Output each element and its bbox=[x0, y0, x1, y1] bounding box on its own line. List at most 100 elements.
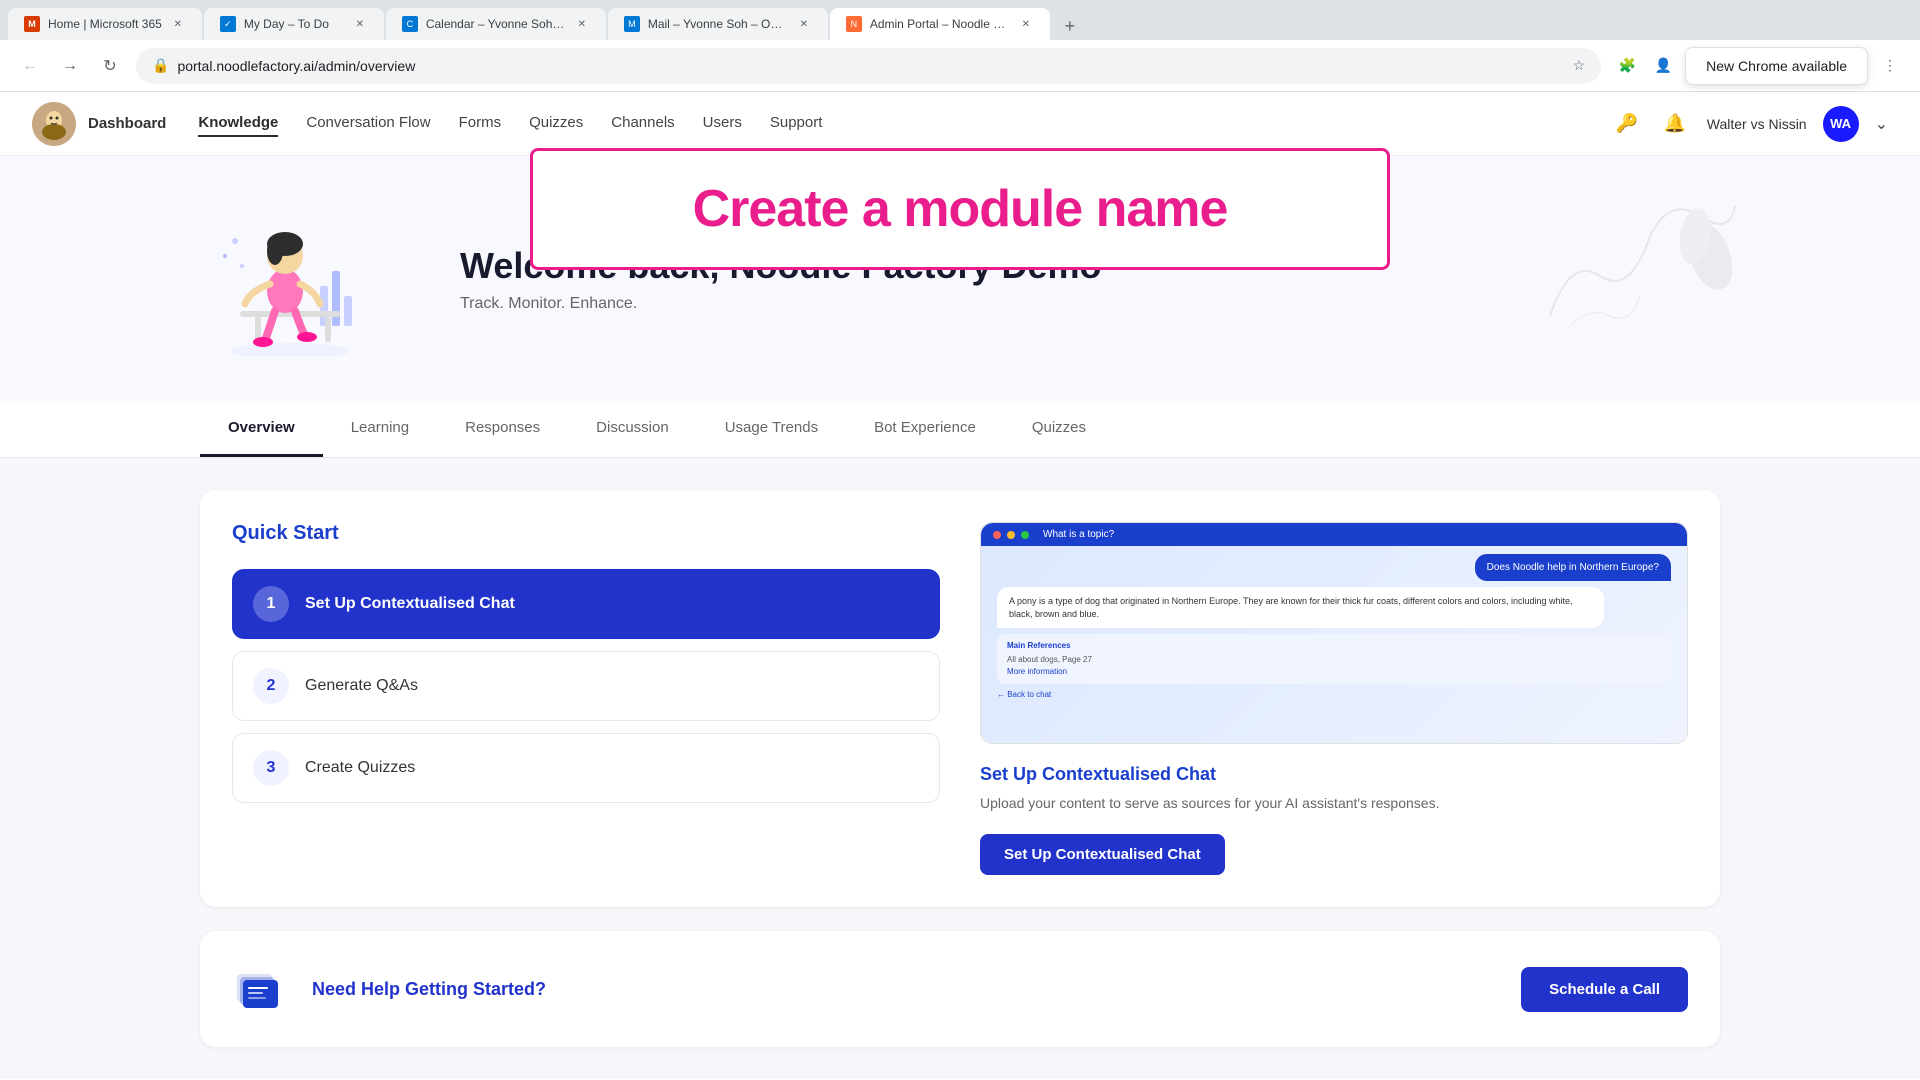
qs-label-2: Generate Q&As bbox=[305, 677, 418, 695]
qs-label-1: Set Up Contextualised Chat bbox=[305, 595, 515, 613]
chat-preview-inner: What is a topic? Does Noodle help in Nor… bbox=[981, 523, 1687, 743]
hero-subtitle: Track. Monitor. Enhance. bbox=[460, 295, 1102, 313]
tab-favicon-5: N bbox=[846, 16, 862, 32]
nav-links: Knowledge Conversation Flow Forms Quizze… bbox=[198, 110, 1610, 137]
reload-button[interactable]: ↻ bbox=[96, 52, 124, 80]
dashboard-label[interactable]: Dashboard bbox=[88, 115, 166, 132]
tab-close-2[interactable]: ✕ bbox=[352, 16, 368, 32]
tab-bot-experience[interactable]: Bot Experience bbox=[846, 401, 1004, 457]
tabs-container: Overview Learning Responses Discussion U… bbox=[0, 401, 1920, 458]
tab-usage-trends[interactable]: Usage Trends bbox=[697, 401, 846, 457]
back-to-chat[interactable]: ← Back to chat bbox=[997, 690, 1671, 699]
tab-close-1[interactable]: ✕ bbox=[170, 16, 186, 32]
nav-link-quizzes[interactable]: Quizzes bbox=[529, 110, 583, 137]
setup-chat-button[interactable]: Set Up Contextualised Chat bbox=[980, 834, 1225, 875]
extensions-button[interactable]: 🧩 bbox=[1613, 52, 1641, 80]
address-bar[interactable]: 🔒 portal.noodlefactory.ai/admin/overview… bbox=[136, 48, 1601, 84]
forward-button[interactable]: → bbox=[56, 52, 84, 80]
tab-responses[interactable]: Responses bbox=[437, 401, 568, 457]
logo-svg bbox=[32, 102, 76, 146]
qs-num-3: 3 bbox=[253, 750, 289, 786]
tab-close-5[interactable]: ✕ bbox=[1018, 16, 1034, 32]
qs-num-2: 2 bbox=[253, 668, 289, 704]
tab-title-1: Home | Microsoft 365 bbox=[48, 17, 162, 31]
tab-close-3[interactable]: ✕ bbox=[574, 16, 590, 32]
module-name-overlay: Create a module name bbox=[530, 148, 1390, 270]
browser-tab-3[interactable]: C Calendar – Yvonne Soh – Out… ✕ bbox=[386, 8, 606, 40]
schedule-call-button[interactable]: Schedule a Call bbox=[1521, 967, 1688, 1012]
hero-deco bbox=[1540, 176, 1740, 341]
new-chrome-banner[interactable]: New Chrome available bbox=[1685, 47, 1868, 85]
chrome-actions: 🧩 👤 New Chrome available ⋮ bbox=[1613, 47, 1904, 85]
address-bar-row: ← → ↻ 🔒 portal.noodlefactory.ai/admin/ov… bbox=[0, 40, 1920, 92]
bell-icon[interactable]: 🔔 bbox=[1659, 108, 1691, 140]
qs-item-1[interactable]: 1 Set Up Contextualised Chat bbox=[232, 569, 940, 639]
qs-item-2[interactable]: 2 Generate Q&As bbox=[232, 651, 940, 721]
quick-start-card: Quick Start 1 Set Up Contextualised Chat… bbox=[200, 490, 1720, 907]
address-text[interactable]: portal.noodlefactory.ai/admin/overview bbox=[177, 58, 1564, 74]
app-nav: Dashboard Knowledge Conversation Flow Fo… bbox=[0, 92, 1920, 156]
quick-start-right: What is a topic? Does Noodle help in Nor… bbox=[980, 522, 1688, 875]
user-avatar[interactable]: WA bbox=[1823, 106, 1859, 142]
browser-tab-1[interactable]: M Home | Microsoft 365 ✕ bbox=[8, 8, 202, 40]
address-icons: ☆ bbox=[1573, 57, 1586, 74]
chat-header-title: What is a topic? bbox=[1043, 529, 1114, 540]
chat-header-close bbox=[993, 531, 1001, 539]
tabs: Overview Learning Responses Discussion U… bbox=[200, 401, 1720, 457]
chat-bubble-bot: A pony is a type of dog that originated … bbox=[997, 587, 1604, 628]
browser-chrome: M Home | Microsoft 365 ✕ ✓ My Day – To D… bbox=[0, 0, 1920, 92]
quick-start-title: Quick Start bbox=[232, 522, 940, 545]
qs-description: Set Up Contextualised Chat Upload your c… bbox=[980, 764, 1688, 814]
quick-start-items: 1 Set Up Contextualised Chat 2 Generate … bbox=[232, 569, 940, 803]
qs-item-3[interactable]: 3 Create Quizzes bbox=[232, 733, 940, 803]
qs-num-1: 1 bbox=[253, 586, 289, 622]
chat-header-max bbox=[1021, 531, 1029, 539]
nav-link-forms[interactable]: Forms bbox=[459, 110, 502, 137]
quick-start-grid: Quick Start 1 Set Up Contextualised Chat… bbox=[232, 522, 1688, 875]
tab-favicon-3: C bbox=[402, 16, 418, 32]
tab-close-4[interactable]: ✕ bbox=[796, 16, 812, 32]
chat-bubbles: Does Noodle help in Northern Europe? A p… bbox=[997, 554, 1671, 684]
tab-favicon-1: M bbox=[24, 16, 40, 32]
tab-title-5: Admin Portal – Noodle Facto… bbox=[870, 17, 1010, 31]
nav-link-conversation-flow[interactable]: Conversation Flow bbox=[306, 110, 430, 137]
qs-desc-title: Set Up Contextualised Chat bbox=[980, 764, 1688, 785]
hero-svg bbox=[200, 196, 380, 356]
tab-title-4: Mail – Yvonne Soh – Outlook bbox=[648, 17, 788, 31]
tab-learning[interactable]: Learning bbox=[323, 401, 437, 457]
tab-bar: M Home | Microsoft 365 ✕ ✓ My Day – To D… bbox=[0, 0, 1920, 40]
chat-bubble-user: Does Noodle help in Northern Europe? bbox=[1475, 554, 1671, 581]
help-text: Need Help Getting Started? bbox=[312, 979, 546, 1000]
bookmark-icon[interactable]: ☆ bbox=[1573, 57, 1586, 74]
module-name-box: Create a module name bbox=[530, 148, 1390, 270]
nav-link-knowledge[interactable]: Knowledge bbox=[198, 110, 278, 137]
tab-overview[interactable]: Overview bbox=[200, 401, 323, 457]
chat-header-min bbox=[1007, 531, 1015, 539]
tab-quizzes[interactable]: Quizzes bbox=[1004, 401, 1114, 457]
browser-tab-4[interactable]: M Mail – Yvonne Soh – Outlook ✕ bbox=[608, 8, 828, 40]
logo-area: Dashboard bbox=[32, 102, 166, 146]
new-tab-button[interactable]: + bbox=[1056, 12, 1084, 40]
nav-link-support[interactable]: Support bbox=[770, 110, 823, 137]
nav-link-users[interactable]: Users bbox=[703, 110, 742, 137]
back-button[interactable]: ← bbox=[16, 52, 44, 80]
chat-bubble-ref: Main References All about dogs, Page 27 … bbox=[997, 634, 1671, 684]
profile-button[interactable]: 👤 bbox=[1649, 52, 1677, 80]
qs-desc-text: Upload your content to serve as sources … bbox=[980, 793, 1688, 814]
browser-tab-5[interactable]: N Admin Portal – Noodle Facto… ✕ bbox=[830, 8, 1050, 40]
app-container: Create a module name Dashboard Knowledge… bbox=[0, 92, 1920, 1079]
help-card: Need Help Getting Started? Schedule a Ca… bbox=[200, 931, 1720, 1047]
menu-button[interactable]: ⋮ bbox=[1876, 52, 1904, 80]
chevron-down-icon[interactable]: ⌄ bbox=[1875, 114, 1888, 134]
lock-nav-icon[interactable]: 🔑 bbox=[1611, 108, 1643, 140]
nav-link-channels[interactable]: Channels bbox=[611, 110, 674, 137]
hero-illustration bbox=[200, 196, 400, 361]
qs-label-3: Create Quizzes bbox=[305, 759, 415, 777]
tab-discussion[interactable]: Discussion bbox=[568, 401, 697, 457]
module-name-text: Create a module name bbox=[693, 179, 1228, 239]
logo-avatar bbox=[32, 102, 76, 146]
main-content: Quick Start 1 Set Up Contextualised Chat… bbox=[0, 458, 1920, 1079]
tab-favicon-2: ✓ bbox=[220, 16, 236, 32]
browser-tab-2[interactable]: ✓ My Day – To Do ✕ bbox=[204, 8, 384, 40]
tab-title-3: Calendar – Yvonne Soh – Out… bbox=[426, 17, 566, 31]
